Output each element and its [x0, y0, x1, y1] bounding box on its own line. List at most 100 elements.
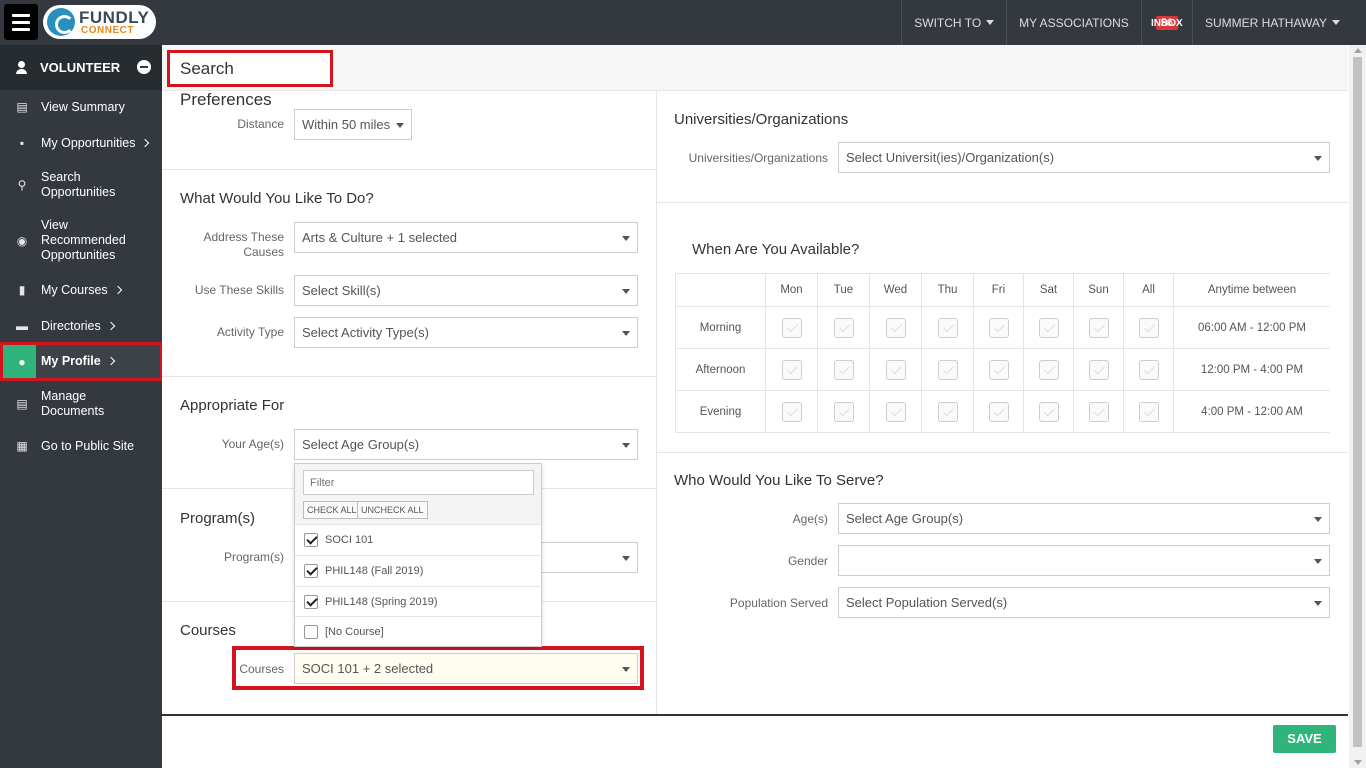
distance-select[interactable]: Within 50 miles — [294, 109, 412, 140]
availability-checkbox[interactable] — [988, 317, 1009, 338]
sidebar-item-label: Manage Documents — [41, 389, 105, 418]
activity-select[interactable]: Select Activity Type(s) — [294, 317, 638, 348]
availability-checkbox[interactable] — [1138, 401, 1159, 422]
sidebar-item-manage-documents[interactable]: ▤ Manage Documents — [0, 388, 162, 420]
page-title: Search Preferences — [167, 50, 333, 109]
scroll-up-icon[interactable] — [1354, 48, 1362, 53]
table-header: Thu — [921, 273, 974, 307]
causes-select[interactable]: Arts & Culture + 1 selected — [294, 222, 638, 253]
my-associations-link[interactable]: MY ASSOCIATIONS — [1006, 0, 1141, 45]
age-select[interactable]: Select Age Group(s) — [294, 429, 638, 460]
courses-select[interactable]: SOCI 101 + 2 selected — [294, 653, 638, 684]
column-divider — [656, 91, 657, 714]
fundly-logo[interactable]: FUNDLY CONNECT — [43, 5, 156, 39]
availability-checkbox[interactable] — [833, 359, 854, 380]
programs-label: Program(s) — [223, 550, 284, 564]
availability-checkbox[interactable] — [781, 359, 802, 380]
sidebar-item-view-summary[interactable]: ▤ View Summary — [0, 98, 162, 116]
availability-checkbox[interactable] — [988, 401, 1009, 422]
checkbox-unchecked[interactable] — [304, 624, 318, 639]
course-option[interactable]: PHIL148 (Fall 2019) — [295, 555, 541, 585]
availability-checkbox[interactable] — [1088, 317, 1109, 338]
uncheck-all-button[interactable]: UNCHECK ALL — [357, 501, 428, 519]
checkbox-checked[interactable] — [304, 532, 318, 547]
availability-checkbox[interactable] — [1088, 359, 1109, 380]
collapse-icon[interactable] — [137, 60, 151, 74]
availability-checkbox[interactable] — [885, 359, 906, 380]
serve-title: Who Would You Like To Serve? — [674, 472, 884, 489]
checkbox-checked[interactable] — [304, 563, 318, 578]
availability-checkbox[interactable] — [1138, 317, 1159, 338]
divider — [162, 169, 656, 170]
course-option[interactable]: SOCI 101 — [295, 524, 541, 554]
vertical-scrollbar[interactable] — [1349, 45, 1366, 768]
eye-icon: ◉ — [16, 233, 28, 248]
activity-value: Select Activity Type(s) — [302, 325, 429, 340]
gender-select[interactable] — [838, 545, 1330, 576]
my-associations-label: MY ASSOCIATIONS — [1019, 15, 1129, 30]
courses-value: SOCI 101 + 2 selected — [302, 661, 434, 676]
availability-checkbox[interactable] — [1038, 359, 1059, 380]
availability-checkbox[interactable] — [833, 317, 854, 338]
checkbox-checked[interactable] — [304, 594, 318, 609]
availability-checkbox[interactable] — [937, 401, 958, 422]
user-icon: ● — [18, 354, 26, 369]
availability-checkbox[interactable] — [988, 359, 1009, 380]
table-header: Mon — [765, 273, 818, 307]
course-filter-input[interactable] — [303, 470, 534, 495]
course-option[interactable]: PHIL148 (Spring 2019) — [295, 586, 541, 616]
skills-select[interactable]: Select Skill(s) — [294, 275, 638, 306]
divider — [657, 452, 1348, 453]
sidebar-item-search-opportunities[interactable]: ⚲ Search Opportunities — [0, 169, 162, 201]
sidebar-item-directories[interactable]: ▬ Directories — [0, 317, 162, 335]
sidebar-item-label: Search Opportunities — [41, 170, 116, 199]
menu-toggle-icon[interactable] — [4, 4, 38, 40]
availability-checkbox[interactable] — [885, 401, 906, 422]
row-label: Morning — [675, 306, 766, 349]
chevron-right-icon — [106, 356, 115, 366]
table-header: Sun — [1073, 273, 1124, 307]
sidebar-item-my-courses[interactable]: ▮ My Courses — [0, 281, 162, 299]
sidebar-item-my-opportunities[interactable]: ▪ My Opportunities — [0, 134, 162, 152]
gender-label: Gender — [787, 554, 828, 568]
population-select[interactable]: Select Population Served(s) — [838, 587, 1330, 618]
availability-checkbox[interactable] — [885, 317, 906, 338]
universities-select[interactable]: Select Universit(ies)/Organization(s) — [838, 142, 1330, 173]
chevron-right-icon — [141, 138, 150, 147]
caret-down-icon — [622, 667, 630, 672]
page-header: Search Preferences — [162, 45, 1348, 109]
row-label: Afternoon — [675, 348, 766, 391]
table-header-empty — [675, 273, 766, 307]
availability-checkbox[interactable] — [1088, 401, 1109, 422]
check-all-button[interactable]: CHECK ALL — [303, 501, 361, 519]
save-button[interactable]: SAVE — [1273, 725, 1336, 753]
switch-to-menu[interactable]: SWITCH TO — [901, 0, 1006, 45]
scroll-down-icon[interactable] — [1354, 760, 1362, 765]
list-icon: ▤ — [16, 100, 28, 114]
availability-checkbox[interactable] — [1038, 317, 1059, 338]
sidebar-item-my-profile[interactable]: ● My Profile — [0, 342, 163, 381]
scrollbar-thumb[interactable] — [1353, 57, 1362, 747]
sidebar-role-header[interactable]: VOLUNTEER — [0, 45, 162, 90]
course-option[interactable]: [No Course] — [295, 616, 541, 646]
inbox-button[interactable]: 56 INBOX — [1140, 0, 1192, 45]
availability-checkbox[interactable] — [937, 359, 958, 380]
availability-checkbox[interactable] — [781, 317, 802, 338]
caret-down-icon — [1314, 559, 1322, 564]
table-header: All — [1123, 273, 1174, 307]
table-row: Evening 4:00 PM - 12:00 AM — [675, 390, 1330, 433]
caret-down-icon — [1314, 601, 1322, 606]
serve-ages-select[interactable]: Select Age Group(s) — [838, 503, 1330, 534]
availability-checkbox[interactable] — [781, 401, 802, 422]
user-menu[interactable]: SUMMER HATHAWAY — [1192, 0, 1352, 45]
availability-checkbox[interactable] — [1138, 359, 1159, 380]
availability-checkbox[interactable] — [1038, 401, 1059, 422]
user-icon — [16, 61, 27, 74]
divider — [657, 202, 1348, 203]
top-nav: SWITCH TO MY ASSOCIATIONS 56 INBOX SUMME… — [901, 0, 1352, 45]
inbox-label: INBOX — [1151, 17, 1183, 29]
sidebar-item-recommended[interactable]: ◉ View Recommended Opportunities — [0, 217, 162, 264]
availability-checkbox[interactable] — [937, 317, 958, 338]
availability-checkbox[interactable] — [833, 401, 854, 422]
sidebar-item-public-site[interactable]: ▦ Go to Public Site — [0, 437, 162, 455]
